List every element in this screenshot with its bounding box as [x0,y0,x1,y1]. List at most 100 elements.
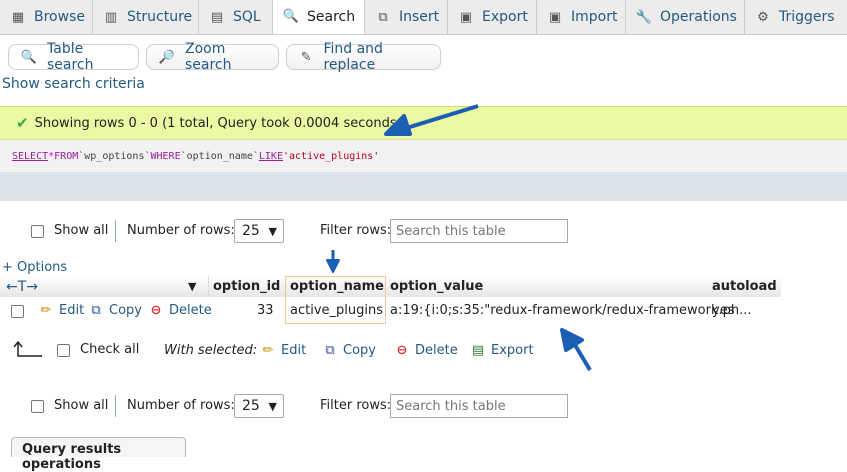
sort-dropdown-icon[interactable]: ▼ [188,276,196,297]
copy-icon: ⧉ [91,302,101,318]
sql-keyword: LIKE [258,150,283,162]
sql-query-footer [0,172,847,201]
bulk-delete-button[interactable]: ⊖ Delete [394,342,458,358]
top-tab-bar: ▦ Browse ▥ Structure ▤ SQL 🔍 Search ⧉ In… [0,0,847,35]
cell-autoload: yes [712,303,735,318]
structure-icon: ▥ [104,9,118,25]
separator [115,220,116,242]
tab-label: SQL [233,9,261,25]
tab-label: Insert [399,9,440,25]
success-message: ✔ Showing rows 0 - 0 (1 total, Query too… [0,106,847,140]
tab-insert[interactable]: ⧉ Insert [365,0,448,34]
bulk-edit-label: Edit [281,342,307,358]
show-search-criteria-link[interactable]: Show search criteria [2,76,145,92]
show-all-label: Show all [54,223,109,238]
row-delete-button[interactable]: ⊖ Delete [148,302,212,318]
bulk-delete-label: Delete [415,342,458,358]
delete-icon: ⊖ [150,302,162,318]
tab-label: Browse [34,9,85,25]
tab-label: Structure [127,9,193,25]
show-all-label: Show all [54,398,109,413]
number-of-rows-value: 25 [242,398,260,414]
tab-triggers[interactable]: ⚙ Triggers [745,0,847,34]
header-autoload[interactable]: autoload [712,276,777,297]
row-copy-label: Copy [109,302,142,318]
filter-rows-input[interactable]: Search this table [390,219,568,243]
success-text: Showing rows 0 - 0 (1 total, Query took … [34,115,406,131]
sql-keyword: WHERE [150,150,181,162]
cell-option-value: a:19:{i:0;s:35:"redux-framework/redux-fr… [390,303,752,318]
table-search-button[interactable]: 🔍 Table search [8,41,139,73]
with-selected-label: With selected: [164,343,258,358]
show-all-checkbox[interactable] [31,225,44,238]
tab-browse[interactable]: ▦ Browse [0,0,93,34]
sql-keyword: SELECT [12,150,49,162]
tab-label: Triggers [779,9,835,25]
separator [115,395,116,417]
query-results-operations-heading: Query results operations [11,437,186,472]
check-all-checkbox[interactable] [57,344,70,357]
insert-icon: ⧉ [378,9,388,25]
zoom-search-button[interactable]: 🔎 Zoom search [146,41,279,73]
bulk-copy-button[interactable]: ⧉ Copy [322,342,376,358]
annotation-arrow-column-head [326,259,340,273]
tab-structure[interactable]: ▥ Structure [93,0,199,34]
bulk-copy-label: Copy [343,342,376,358]
options-link[interactable]: + Options [2,260,67,275]
number-of-rows-select[interactable]: 25 ▼ [234,394,284,418]
checkmark-icon: ✔ [16,114,29,132]
arrow-up-left-icon [13,341,42,357]
wrench-icon: 🔧 [635,9,653,25]
row-delete-label: Delete [169,302,212,318]
chevron-down-icon: ▼ [268,225,277,238]
tab-operations[interactable]: 🔧 Operations [626,0,745,34]
row-edit-label: Edit [59,302,85,318]
row-edit-button[interactable]: ✏ Edit [38,302,85,318]
tab-import[interactable]: ▣ Import [537,0,626,34]
row-checkbox[interactable] [11,305,24,318]
cell-option-name: active_plugins [290,303,383,318]
header-option-id[interactable]: option_id [213,276,280,297]
column-resize-arrows[interactable]: ←T→ [6,276,38,297]
triggers-icon: ⚙ [757,9,769,25]
tab-label: Search [307,8,356,25]
sql-string: 'active_plugins' [282,150,380,162]
find-replace-button[interactable]: ✎ Find and replace [286,41,441,73]
export-icon: ▤ [471,342,485,358]
annotation-arrow-value-head [560,328,584,352]
tab-sql[interactable]: ▤ SQL [199,0,273,34]
sql-icon: ▤ [210,9,224,25]
header-divider [208,276,209,297]
tab-label: Export [482,9,528,25]
number-of-rows-label: Number of rows: [127,398,235,413]
bulk-export-button[interactable]: ▤ Export [470,342,534,358]
delete-icon: ⊖ [396,342,408,358]
tab-label: Operations [660,9,737,25]
show-all-checkbox[interactable] [31,400,44,413]
export-icon: ▣ [459,9,473,25]
pencil-icon: ✏ [262,342,274,358]
filter-rows-label: Filter rows: [320,223,392,238]
header-option-value[interactable]: option_value [390,276,483,297]
row-copy-button[interactable]: ⧉ Copy [88,302,142,318]
cell-option-id: 33 [257,303,274,318]
sql-keyword: FROM [54,150,79,162]
number-of-rows-select[interactable]: 25 ▼ [234,219,284,243]
filter-rows-input[interactable]: Search this table [390,394,568,418]
browse-icon: ▦ [11,9,25,25]
header-option-name[interactable]: option_name [290,276,384,297]
filter-rows-placeholder: Search this table [396,398,506,414]
tab-export[interactable]: ▣ Export [448,0,537,34]
chevron-down-icon: ▼ [268,400,277,413]
sql-identifier: `option_name` [180,150,259,162]
tab-label: Import [571,9,618,25]
tab-search[interactable]: 🔍 Search [273,0,365,34]
sql-query-display: SELECT * FROM `wp_options` WHERE `option… [0,140,847,172]
sql-identifier: `wp_options` [78,150,151,162]
bulk-edit-button[interactable]: ✏ Edit [260,342,307,358]
search-icon: 🔍 [20,49,38,65]
zoom-icon: 🔎 [158,49,176,65]
find-replace-icon: ✎ [300,49,312,65]
check-all-label[interactable]: Check all [80,342,139,357]
pencil-icon: ✏ [40,302,52,318]
